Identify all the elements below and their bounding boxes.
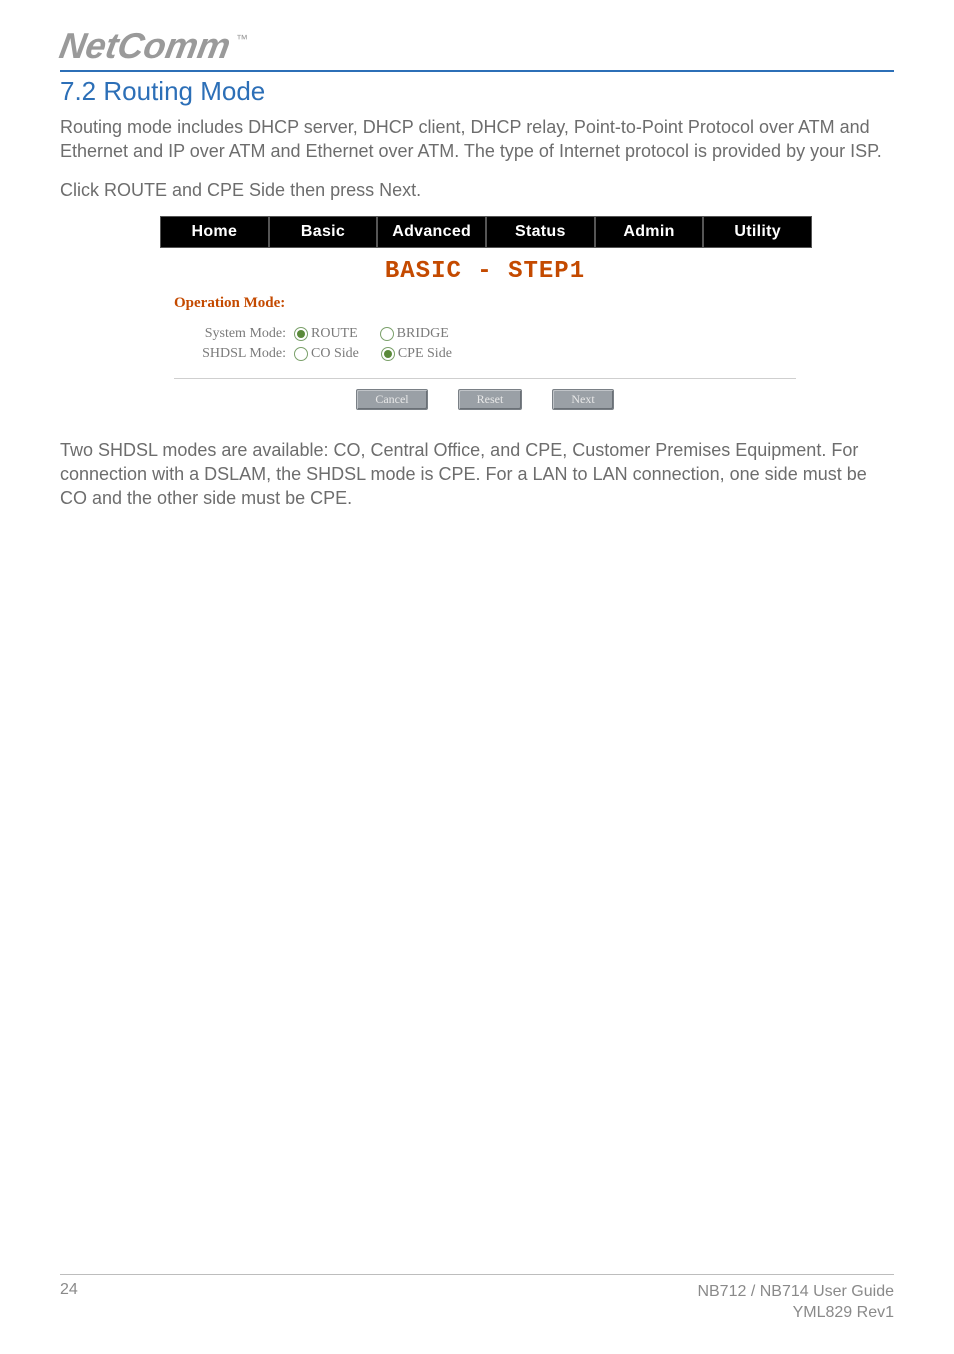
radio-icon [294, 347, 308, 361]
section-title: 7.2 Routing Mode [60, 76, 894, 107]
trademark-icon: ™ [236, 32, 248, 46]
doc-revision: YML829 Rev1 [793, 1304, 894, 1321]
tab-utility[interactable]: Utility [704, 217, 811, 247]
tab-admin[interactable]: Admin [596, 217, 705, 247]
shdsl-mode-co-label: CO Side [311, 346, 359, 362]
page-number: 24 [60, 1281, 78, 1324]
radio-icon [381, 347, 395, 361]
shdsl-mode-label: SHDSL Mode: [196, 346, 286, 362]
reset-button[interactable]: Reset [458, 389, 523, 410]
tab-home[interactable]: Home [161, 217, 270, 247]
system-mode-label: System Mode: [196, 326, 286, 342]
next-button[interactable]: Next [552, 389, 613, 410]
paragraph-intro: Routing mode includes DHCP server, DHCP … [60, 115, 894, 164]
step-title: BASIC - STEP1 [160, 258, 810, 285]
paragraph-action: Click ROUTE and CPE Side then press Next… [60, 178, 894, 202]
shdsl-mode-cpe-label: CPE Side [398, 346, 452, 362]
system-mode-bridge[interactable]: BRIDGE [380, 326, 449, 342]
header-divider [60, 70, 894, 72]
operation-mode-heading: Operation Mode: [174, 295, 796, 312]
tab-status[interactable]: Status [487, 217, 596, 247]
brand-header: NetComm ™ [60, 28, 894, 64]
footer-divider [60, 1274, 894, 1275]
page-footer: 24 NB712 / NB714 User Guide YML829 Rev1 [60, 1266, 894, 1324]
form-divider [174, 378, 796, 379]
tab-advanced[interactable]: Advanced [378, 217, 487, 247]
brand-logo: NetComm [57, 28, 233, 64]
form-panel: Operation Mode: System Mode: ROUTE BRIDG… [160, 295, 810, 420]
button-row: Cancel Reset Next [174, 389, 796, 410]
system-mode-row: System Mode: ROUTE BRIDGE [196, 326, 796, 342]
radio-icon [380, 327, 394, 341]
cancel-button[interactable]: Cancel [356, 389, 427, 410]
system-mode-route[interactable]: ROUTE [294, 326, 358, 342]
paragraph-explain: Two SHDSL modes are available: CO, Centr… [60, 438, 894, 511]
system-mode-route-label: ROUTE [311, 326, 358, 342]
shdsl-mode-cpe[interactable]: CPE Side [381, 346, 452, 362]
shdsl-mode-co[interactable]: CO Side [294, 346, 359, 362]
tab-basic[interactable]: Basic [270, 217, 379, 247]
shdsl-mode-row: SHDSL Mode: CO Side CPE Side [196, 346, 796, 362]
guide-name: NB712 / NB714 User Guide [697, 1283, 894, 1300]
tab-bar: Home Basic Advanced Status Admin Utility [160, 216, 812, 248]
router-ui-screenshot: Home Basic Advanced Status Admin Utility… [160, 216, 810, 420]
system-mode-bridge-label: BRIDGE [397, 326, 449, 342]
radio-icon [294, 327, 308, 341]
